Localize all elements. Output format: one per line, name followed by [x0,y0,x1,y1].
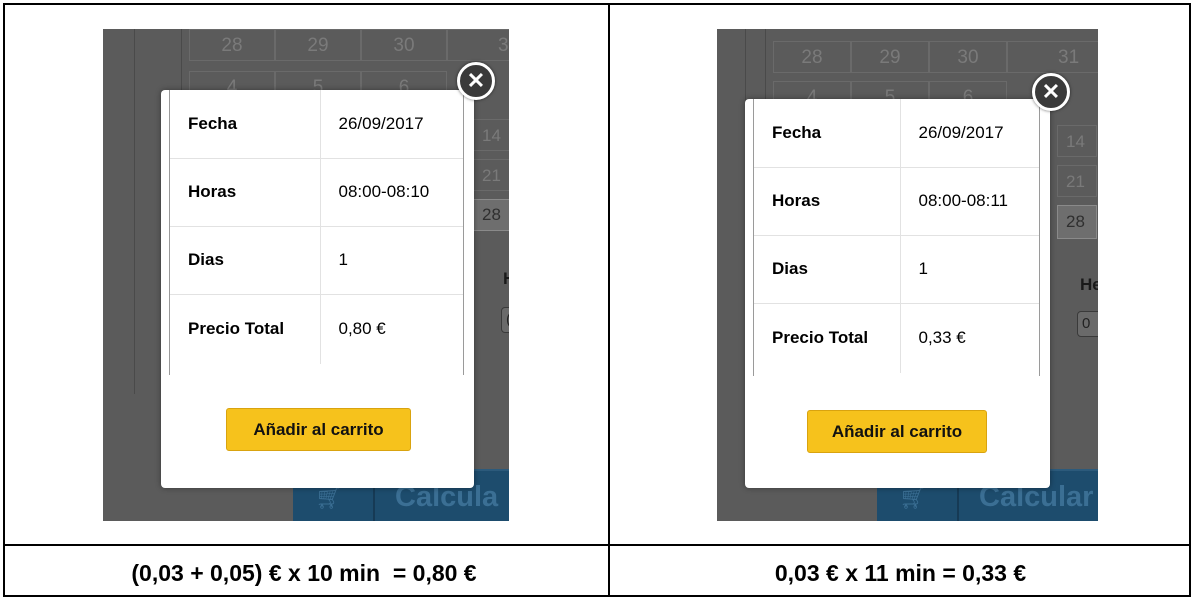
row-value: 0,80 € [338,319,386,339]
calendar-day[interactable]: 31 [1007,41,1098,73]
summary-table-wrap: Fecha 26/09/2017 Horas 08:00-08:11 Dias … [753,99,1040,376]
column-divider [608,3,610,597]
calendar-day[interactable]: 29 [275,29,361,61]
table-row: Precio Total 0,80 € [170,294,463,364]
screenshot-right: 28 29 30 31 4 5 6 14 21 28 He 0 🛒︎ Calcu… [717,29,1098,521]
row-label: Dias [170,226,321,295]
row-label: Precio Total [754,303,901,373]
add-to-cart-button[interactable]: Añadir al carrito [226,408,411,451]
screenshot-left: 28 29 30 31 4 5 6 14 21 28 H ( 🛒︎ Calcul… [103,29,509,521]
row-value: 1 [900,235,1039,304]
hours-input[interactable]: ( [501,307,509,333]
hours-input[interactable]: 0 [1077,311,1098,337]
calendar-day[interactable]: 28 [773,41,851,73]
calendar-day-selected[interactable]: 28 [1057,205,1097,239]
row-value: 08:00-08:11 [900,167,1039,236]
table-row: Dias 1 [754,235,1039,304]
table-row: Horas 08:00-08:11 [754,167,1039,236]
row-value: 26/09/2017 [320,90,463,159]
row-label: Fecha [754,99,901,168]
table-row: Dias 1 [170,226,463,295]
calendar-day[interactable]: 30 [361,29,447,61]
summary-table: Fecha 26/09/2017 Horas 08:00-08:11 Dias … [754,99,1039,373]
calendar-day[interactable]: 28 [189,29,275,61]
formula-left: (0,03 + 0,05) € x 10 min = 0,80 € [131,560,477,586]
row-label: Fecha [170,90,321,159]
table-row: Fecha 26/09/2017 [170,90,463,159]
close-icon[interactable]: ✕ [1032,73,1070,111]
cart-icon: 🛒︎ [315,485,343,510]
row-value: 08:00-08:10 [320,158,463,227]
formula-right: 0,03 € x 11 min = 0,33 € [774,560,1027,586]
row-divider [3,544,1191,546]
cart-icon: 🛒︎ [899,485,927,510]
row-label: Horas [754,167,901,236]
row-value: 0,33 € [918,328,966,348]
table-row: Fecha 26/09/2017 [754,99,1039,168]
calendar-day[interactable]: 30 [929,41,1007,73]
calendar-day[interactable]: 14 [473,119,509,151]
summary-table: Fecha 26/09/2017 Horas 08:00-08:10 Dias … [170,90,463,364]
calendar-day[interactable]: 14 [1057,125,1097,157]
calendar-day-selected[interactable]: 28 [473,199,509,231]
hours-label: He [1080,275,1098,294]
calendar-day[interactable]: 31 [447,29,509,61]
table-row: Precio Total 0,33 € [754,303,1039,373]
table-row: Horas 08:00-08:10 [170,158,463,227]
hours-label: H [503,269,509,289]
calendar-day[interactable]: 21 [473,159,509,191]
calendar-day[interactable]: 29 [851,41,929,73]
calendar-day[interactable]: 21 [1057,165,1097,197]
row-value: 1 [320,226,463,295]
row-label: Precio Total [170,294,321,364]
close-icon[interactable]: ✕ [457,62,495,100]
reservation-modal: Fecha 26/09/2017 Horas 08:00-08:11 Dias … [745,99,1050,488]
row-label: Horas [170,158,321,227]
row-label: Dias [754,235,901,304]
summary-table-wrap: Fecha 26/09/2017 Horas 08:00-08:10 Dias … [169,90,464,375]
reservation-modal: Fecha 26/09/2017 Horas 08:00-08:10 Dias … [161,90,474,488]
add-to-cart-button[interactable]: Añadir al carrito [807,410,987,453]
row-value: 26/09/2017 [900,99,1039,168]
sidebar-divider [134,29,135,394]
